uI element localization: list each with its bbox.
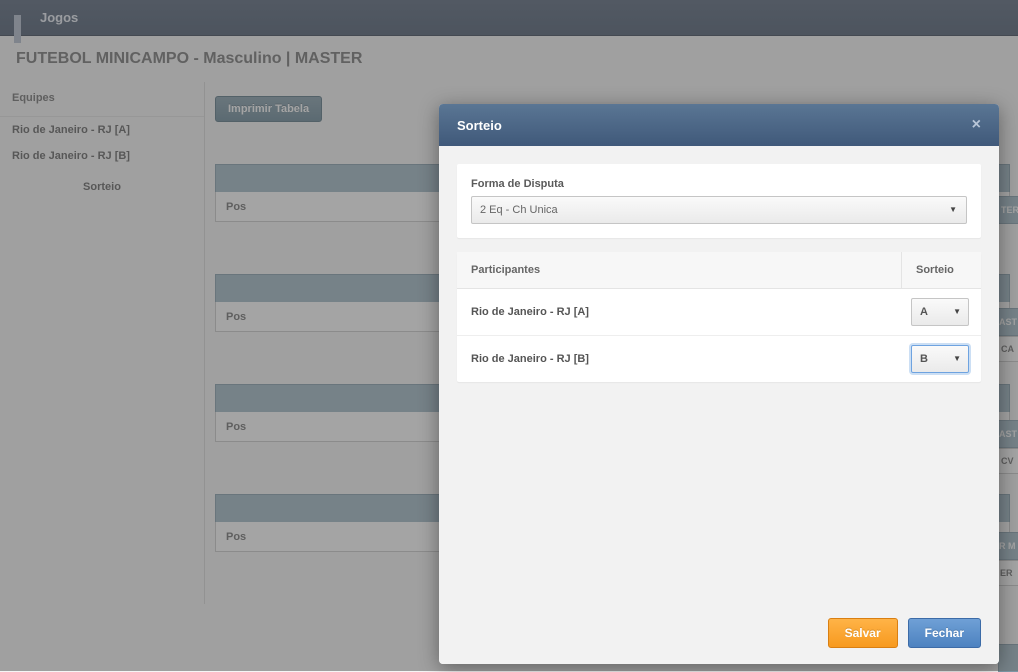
modal-title: Sorteio xyxy=(457,118,502,133)
participante-name: Rio de Janeiro - RJ [B] xyxy=(457,338,901,380)
modal-header: Sorteio × xyxy=(439,104,999,146)
sorteio-select-a[interactable]: A xyxy=(911,298,969,326)
forma-disputa-select[interactable]: 2 Eq - Ch Unica xyxy=(471,196,967,224)
sorteio-select-b[interactable]: B xyxy=(911,345,969,373)
modal-footer: Salvar Fechar xyxy=(439,606,999,664)
participante-name: Rio de Janeiro - RJ [A] xyxy=(457,291,901,333)
close-icon[interactable]: × xyxy=(972,116,981,134)
participantes-header: Participantes Sorteio xyxy=(457,252,981,289)
participante-row: Rio de Janeiro - RJ [A] A xyxy=(457,289,981,336)
forma-disputa-card: Forma de Disputa 2 Eq - Ch Unica xyxy=(457,164,981,238)
participante-row: Rio de Janeiro - RJ [B] B xyxy=(457,336,981,382)
participantes-table: Participantes Sorteio Rio de Janeiro - R… xyxy=(457,252,981,382)
sorteio-modal: Sorteio × Forma de Disputa 2 Eq - Ch Uni… xyxy=(439,104,999,664)
col-participantes: Participantes xyxy=(457,252,901,288)
col-sorteio: Sorteio xyxy=(901,252,981,288)
save-button[interactable]: Salvar xyxy=(828,618,898,648)
close-button[interactable]: Fechar xyxy=(908,618,981,648)
forma-disputa-label: Forma de Disputa xyxy=(471,178,967,190)
